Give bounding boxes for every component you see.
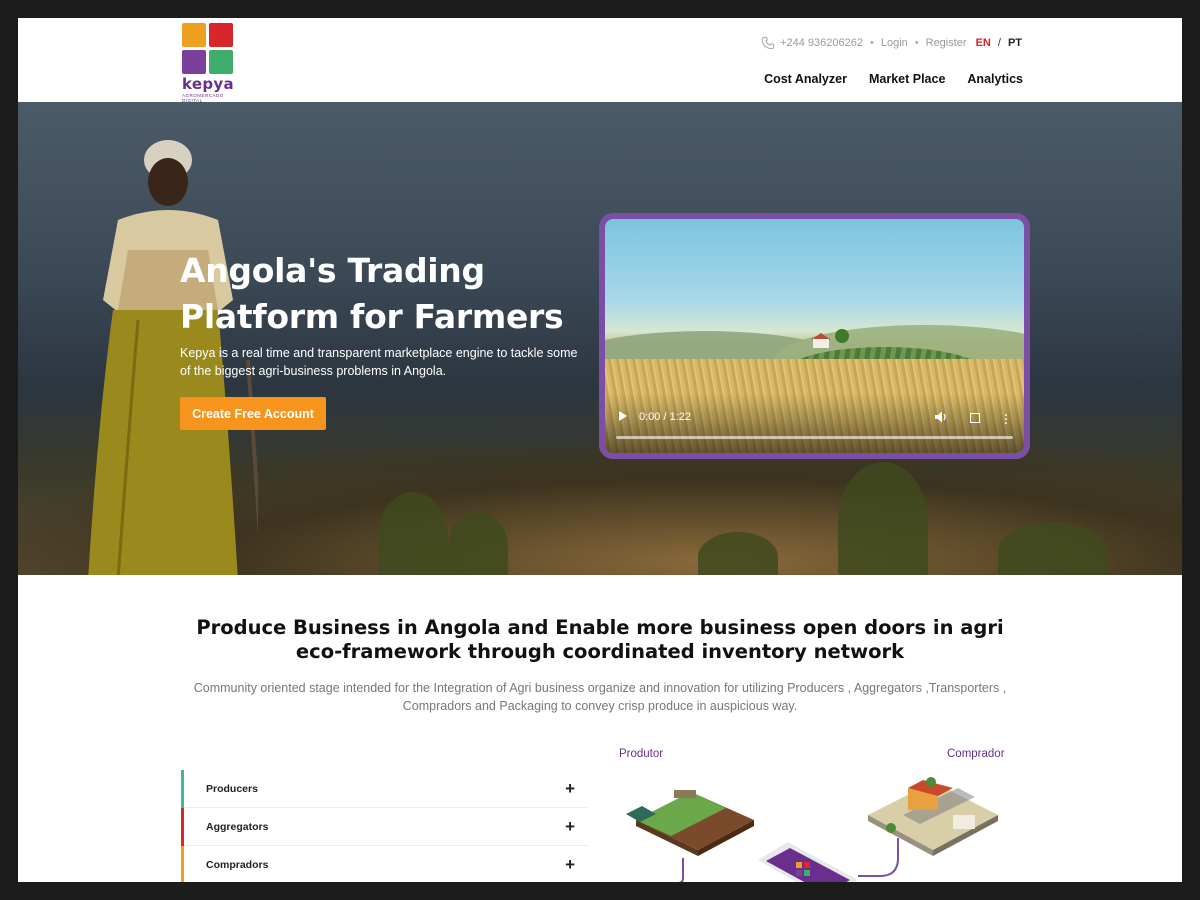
hero-plant — [998, 522, 1108, 575]
register-link[interactable]: Register — [926, 37, 967, 49]
mobile-phone-illustration — [758, 842, 858, 882]
video-controls-shade — [605, 393, 1024, 453]
logo-wordmark: kepya — [182, 75, 234, 93]
video-house — [813, 339, 829, 348]
phone-number[interactable]: +244 936206262 — [780, 37, 863, 49]
phone-icon — [761, 36, 775, 50]
nav-market-place[interactable]: Market Place — [869, 72, 945, 86]
top-utility-bar: +244 936206262 • Login • Register EN / P… — [761, 36, 1022, 50]
comprador-label: Comprador — [947, 748, 1005, 760]
hero-plant — [448, 512, 508, 575]
hero-plant — [838, 462, 928, 575]
fullscreen-icon[interactable] — [970, 413, 980, 423]
more-options-icon[interactable]: · · · — [1004, 411, 1008, 430]
site-header: kepya AGROMERCADO DIGITAL +244 936206262… — [18, 18, 1182, 103]
hero-banner: Angola's Trading Platform for Farmers Ke… — [18, 102, 1182, 575]
play-icon[interactable] — [619, 411, 627, 421]
nav-cost-analyzer[interactable]: Cost Analyzer — [764, 72, 847, 86]
separator-dot: • — [869, 37, 874, 49]
accordion-label: Producers — [206, 782, 258, 795]
kepya-logo[interactable]: kepya AGROMERCADO DIGITAL — [182, 23, 240, 103]
accordion-item-producers[interactable]: Producers + — [181, 770, 589, 808]
browser-viewport: kepya AGROMERCADO DIGITAL +244 936206262… — [18, 18, 1182, 882]
language-separator: / — [997, 37, 1001, 49]
hero-plant — [698, 532, 778, 575]
accordion-color-bar — [181, 846, 184, 882]
create-free-account-button[interactable]: Create Free Account — [180, 397, 326, 430]
expand-plus-icon[interactable]: + — [565, 779, 575, 799]
accordion-label: Aggregators — [206, 820, 269, 833]
language-en[interactable]: EN — [976, 37, 991, 49]
city-illustration — [868, 777, 998, 856]
video-time: 0:00 / 1:22 — [639, 411, 691, 423]
accordion-label: Compradors — [206, 858, 269, 871]
producer-label: Produtor — [619, 748, 664, 760]
promo-video-player[interactable]: 0:00 / 1:22 · · · — [599, 213, 1030, 459]
hero-title: Angola's Trading Platform for Farmers — [180, 251, 564, 336]
hero-plant — [378, 492, 448, 575]
section-heading: Produce Business in Angola and Enable mo… — [196, 616, 1004, 663]
main-nav: Cost Analyzer Market Place Analytics — [764, 72, 1023, 86]
hero-subtitle: Kepya is a real time and transparent mar… — [180, 346, 578, 378]
stakeholder-accordion: Producers + Aggregators + Compradors + — [181, 770, 589, 882]
accordion-color-bar — [181, 808, 184, 846]
logo-mark-icon — [182, 23, 233, 74]
accordion-item-aggregators[interactable]: Aggregators + — [181, 808, 589, 846]
video-tree — [835, 329, 849, 343]
login-link[interactable]: Login — [881, 37, 908, 49]
accordion-color-bar — [181, 770, 184, 808]
video-progress-track[interactable] — [616, 436, 1013, 439]
volume-icon[interactable] — [934, 410, 948, 424]
farm-illustration — [626, 790, 754, 856]
section-description: Community oriented stage intended for th… — [193, 681, 1007, 713]
language-pt[interactable]: PT — [1008, 37, 1022, 49]
nav-analytics[interactable]: Analytics — [967, 72, 1023, 86]
expand-plus-icon[interactable]: + — [565, 817, 575, 837]
accordion-item-compradors[interactable]: Compradors + — [181, 846, 589, 882]
expand-plus-icon[interactable]: + — [565, 855, 575, 875]
separator-dot: • — [914, 37, 919, 49]
